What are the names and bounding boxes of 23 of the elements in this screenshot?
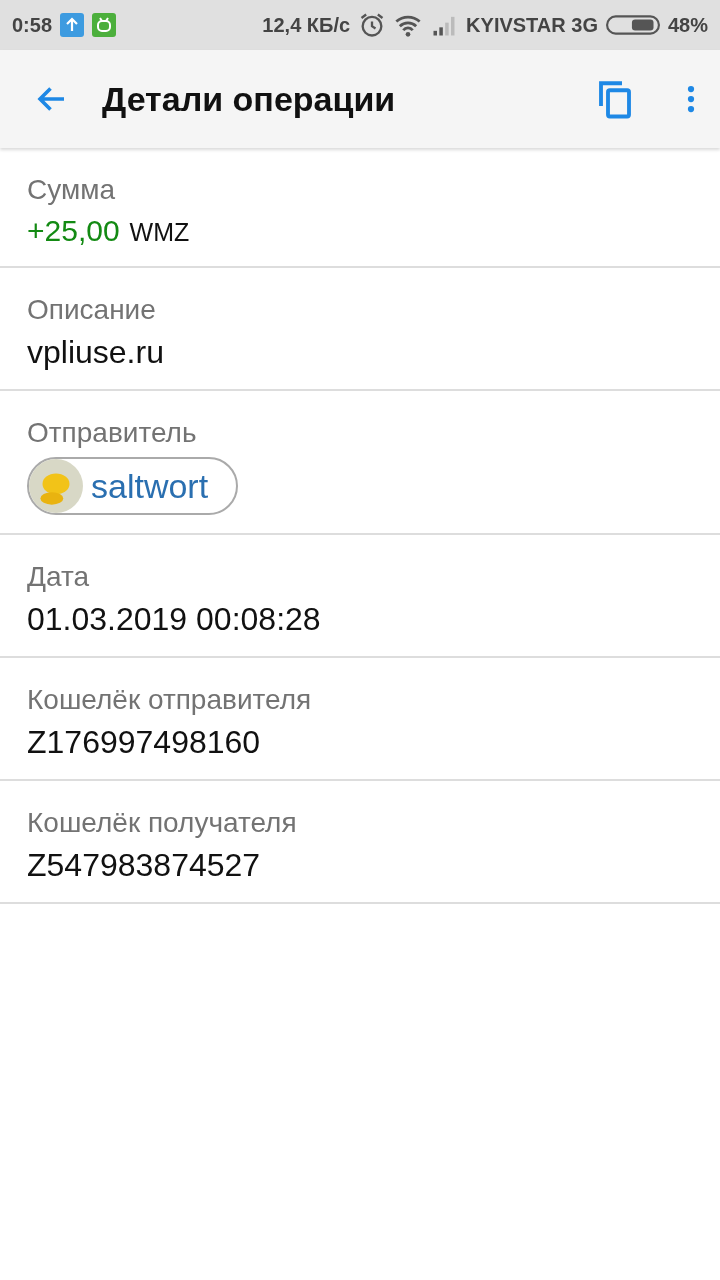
more-options-icon[interactable]	[686, 83, 696, 115]
status-time: 0:58	[12, 13, 53, 37]
field-label: Дата	[27, 561, 89, 593]
robot-icon	[92, 13, 117, 37]
field-value: vpliuse.ru	[27, 334, 164, 371]
carrier-name: KYIVSTAR 3G	[466, 13, 598, 37]
battery-icon	[605, 14, 660, 36]
battery-percent: 48%	[667, 13, 708, 37]
amount-value: +25,00	[27, 214, 120, 248]
currency-code: WMZ	[129, 218, 190, 247]
field-label: Отправитель	[27, 417, 197, 449]
screen-title: Детали операции	[102, 79, 397, 119]
field-value: Z547983874527	[27, 847, 261, 884]
field-label: Кошелёк отправителя	[27, 684, 312, 716]
contact-chip[interactable]: saltwort	[27, 457, 239, 515]
avatar-icon	[29, 459, 83, 513]
network-speed: 12,4 КБ/с	[262, 13, 351, 37]
field-value: 01.03.2019 00:08:28	[27, 601, 321, 638]
field-label: Описание	[27, 294, 156, 326]
field-label: Кошелёк получателя	[27, 807, 297, 839]
upload-icon	[60, 13, 85, 37]
field-value: Z176997498160	[27, 724, 261, 761]
field-label: Сумма	[27, 174, 115, 206]
